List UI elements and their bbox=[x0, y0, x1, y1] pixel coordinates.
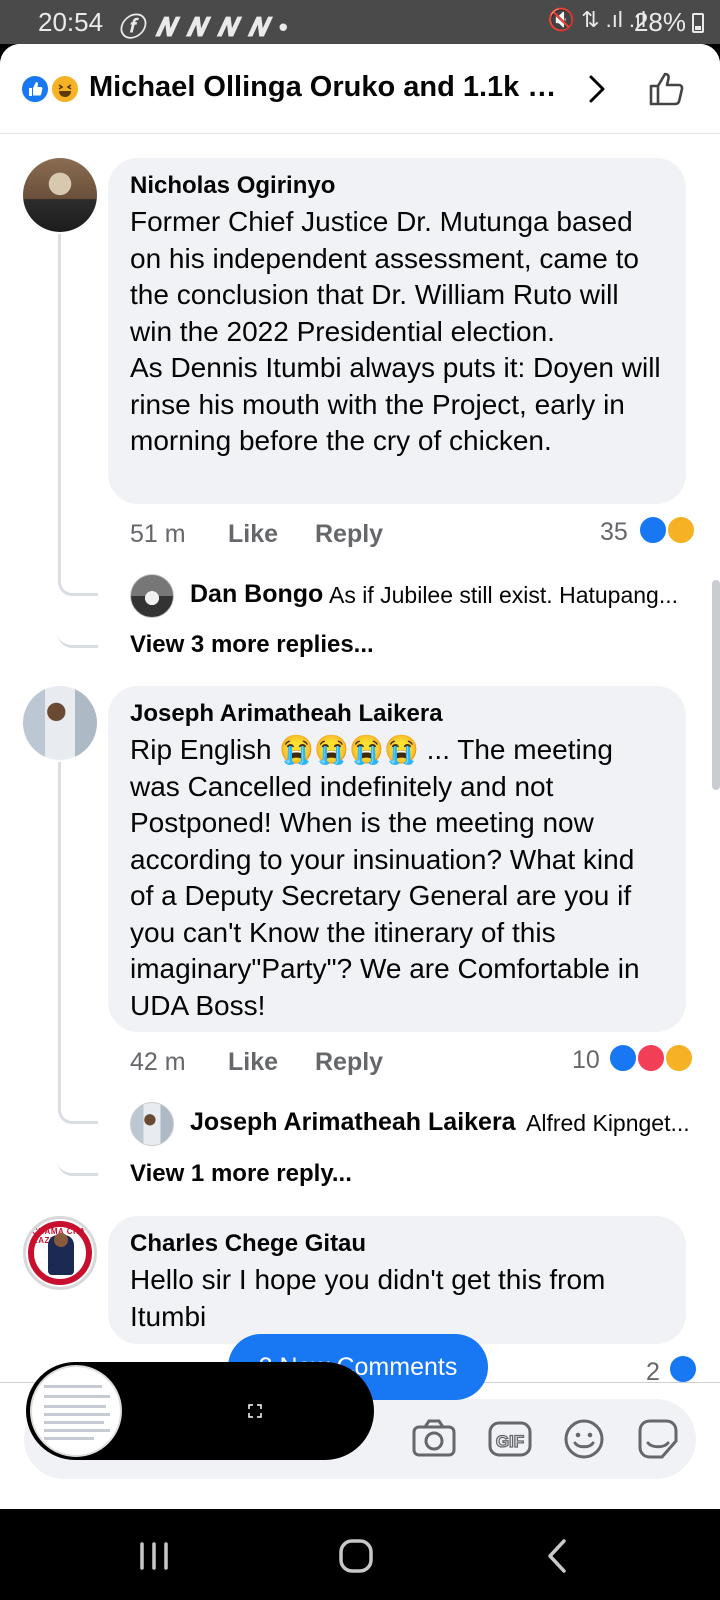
reply-preview[interactable]: Joseph Arimatheah Laikera Alfred Kipnget… bbox=[130, 1102, 690, 1148]
comment-text: Hello sir I hope you didn't get this fro… bbox=[130, 1264, 606, 1332]
floating-preview[interactable] bbox=[26, 1362, 374, 1460]
haha-icon bbox=[50, 74, 80, 104]
preview-line bbox=[44, 1429, 110, 1432]
recents-button[interactable] bbox=[130, 1531, 180, 1581]
reply-button[interactable]: Reply bbox=[315, 1048, 383, 1077]
reaction-count[interactable]: 10 bbox=[572, 1046, 600, 1075]
comment-author[interactable]: Charles Chege Gitau bbox=[130, 1230, 664, 1258]
comment-author[interactable]: Joseph Arimatheah Laikera bbox=[130, 700, 664, 728]
sticker-icon[interactable] bbox=[634, 1417, 682, 1461]
reactors-title[interactable]: Michael Ollinga Oruko and 1.1k ot... bbox=[89, 71, 559, 104]
avatar[interactable] bbox=[23, 158, 97, 232]
reply-preview[interactable]: Dan Bongo As if Jubilee still exist. Hat… bbox=[130, 574, 690, 620]
gif-icon[interactable]: GIF bbox=[486, 1417, 534, 1461]
like-post-button[interactable] bbox=[646, 66, 690, 110]
navigation-bar bbox=[0, 1509, 720, 1600]
battery-icon bbox=[692, 13, 704, 33]
reply-thread-line bbox=[58, 762, 98, 1124]
comment-author[interactable]: Nicholas Ogirinyo bbox=[130, 172, 664, 200]
comments-feed[interactable]: Nicholas Ogirinyo Former Chief Justice D… bbox=[0, 134, 720, 1434]
preview-line bbox=[44, 1385, 102, 1388]
reply-thread-line bbox=[58, 1094, 98, 1176]
haha-icon bbox=[666, 515, 696, 545]
reply-text: Alfred Kipnget... bbox=[526, 1110, 690, 1136]
avatar[interactable] bbox=[130, 574, 174, 618]
emoji-icon[interactable] bbox=[560, 1417, 608, 1461]
comment-text: Former Chief Justice Dr. Mutunga based o… bbox=[130, 206, 661, 456]
haha-icon bbox=[664, 1043, 694, 1073]
scrollbar[interactable] bbox=[712, 580, 720, 790]
like-button[interactable]: Like bbox=[228, 520, 278, 549]
like-icon bbox=[638, 515, 668, 545]
notification-icons: ⓕ 𝑵 𝑵 𝑵 𝑵 • bbox=[118, 12, 290, 42]
avatar-face bbox=[54, 1233, 68, 1247]
view-more-replies[interactable]: View 3 more replies... bbox=[130, 631, 374, 659]
camera-icon[interactable] bbox=[410, 1417, 458, 1461]
comment-bubble[interactable]: Joseph Arimatheah Laikera Rip English 😭😭… bbox=[108, 686, 686, 1032]
status-time: 20:54 bbox=[38, 7, 104, 37]
sheet-header[interactable]: Michael Ollinga Oruko and 1.1k ot... bbox=[0, 44, 720, 134]
preview-line bbox=[44, 1395, 110, 1398]
avatar[interactable] bbox=[23, 686, 97, 760]
chevron-right-icon[interactable] bbox=[580, 72, 614, 106]
home-button[interactable] bbox=[331, 1531, 381, 1581]
preview-line bbox=[44, 1437, 94, 1440]
comment-time: 51 m bbox=[130, 520, 186, 548]
battery-percent: 28% bbox=[633, 7, 686, 37]
status-bar: 20:54 ⓕ 𝑵 𝑵 𝑵 𝑵 • 🔇 ⇅ .ıl .ıl 28% bbox=[0, 0, 720, 44]
reply-thread-line bbox=[58, 234, 98, 596]
like-button[interactable]: Like bbox=[228, 1048, 278, 1077]
like-icon bbox=[668, 1354, 698, 1384]
view-more-replies[interactable]: View 1 more reply... bbox=[130, 1160, 352, 1188]
reaction-count[interactable]: 35 bbox=[600, 518, 628, 547]
reply-thread-line bbox=[58, 564, 98, 648]
avatar[interactable] bbox=[130, 1102, 174, 1146]
love-icon bbox=[636, 1043, 666, 1073]
preview-line bbox=[44, 1405, 106, 1408]
like-icon bbox=[20, 74, 50, 104]
preview-line bbox=[44, 1413, 110, 1416]
reply-button[interactable]: Reply bbox=[315, 520, 383, 549]
signal-icons: 🔇 ⇅ .ıl .ıl bbox=[547, 7, 646, 32]
comment-bubble[interactable]: Charles Chege Gitau Hello sir I hope you… bbox=[108, 1216, 686, 1344]
avatar[interactable]: CHAMA CHA KAZI bbox=[23, 1216, 97, 1290]
like-icon bbox=[608, 1043, 638, 1073]
expand-icon[interactable] bbox=[248, 1404, 262, 1418]
preview-line bbox=[44, 1421, 104, 1424]
reply-text: As if Jubilee still exist. Hatupang... bbox=[329, 582, 678, 608]
preview-thumbnail[interactable] bbox=[30, 1365, 122, 1457]
comment-text: Rip English 😭😭😭😭 ... The meeting was Can… bbox=[130, 734, 640, 1021]
comment-time: 42 m bbox=[130, 1048, 186, 1076]
back-button[interactable] bbox=[534, 1531, 584, 1581]
svg-text:GIF: GIF bbox=[496, 1432, 524, 1451]
comment-actions: 42 m Like Reply bbox=[130, 1048, 690, 1080]
reactions-comments-sheet: Michael Ollinga Oruko and 1.1k ot... Nic… bbox=[0, 44, 720, 1509]
reply-author[interactable]: Joseph Arimatheah Laikera bbox=[190, 1108, 516, 1137]
comment-bubble[interactable]: Nicholas Ogirinyo Former Chief Justice D… bbox=[108, 158, 686, 504]
reply-author[interactable]: Dan Bongo bbox=[190, 580, 323, 609]
